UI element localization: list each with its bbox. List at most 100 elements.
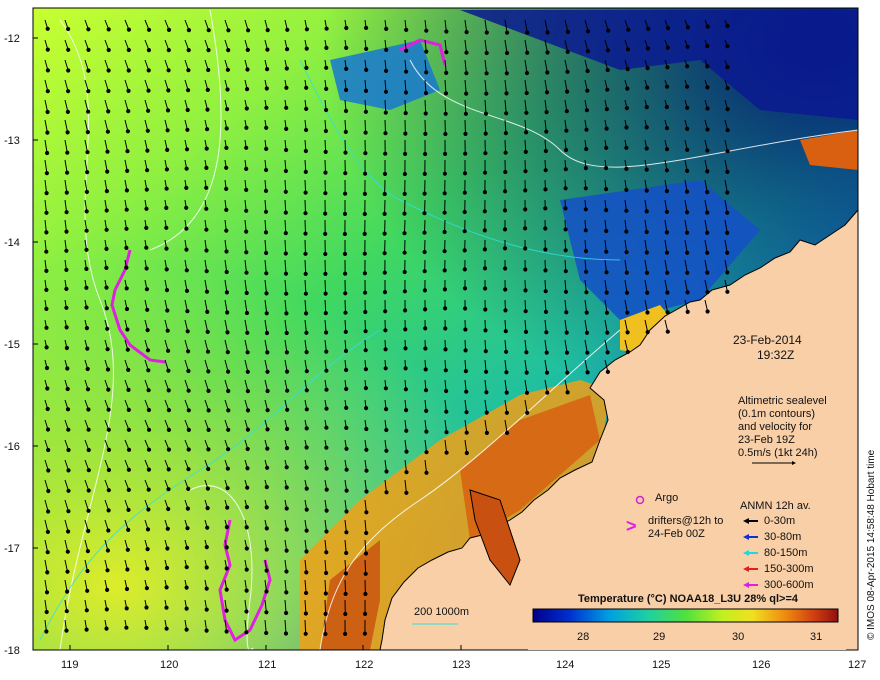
velocity-arrowhead	[186, 388, 191, 393]
velocity-arrowhead	[244, 270, 249, 275]
velocity-arrowhead	[264, 250, 269, 256]
velocity-arrowhead	[584, 127, 589, 132]
velocity-arrowhead	[104, 265, 109, 270]
velocity-arrowhead	[224, 545, 229, 550]
velocity-arrowhead	[644, 146, 649, 151]
velocity-arrowhead	[462, 229, 467, 234]
lon-tick: 119	[61, 659, 79, 671]
velocity-arrowhead	[165, 526, 170, 531]
velocity-arrowhead	[605, 48, 611, 53]
velocity-arrowhead	[106, 488, 111, 493]
velocity-arrowhead	[124, 625, 129, 630]
velocity-arrowhead	[164, 167, 169, 172]
velocity-arrowhead	[403, 366, 408, 371]
velocity-arrowhead	[404, 48, 409, 53]
velocity-arrowhead	[565, 390, 570, 395]
velocity-arrowhead	[543, 168, 548, 173]
velocity-arrowhead	[382, 171, 388, 176]
velocity-arrowhead	[422, 230, 427, 235]
velocity-arrowhead	[403, 387, 408, 392]
velocity-arrowhead	[125, 168, 130, 173]
velocity-arrowhead	[685, 270, 690, 275]
velocity-arrowhead	[424, 429, 429, 434]
velocity-arrowhead	[206, 48, 211, 53]
velocity-arrowhead	[464, 430, 469, 435]
velocity-arrowhead	[685, 168, 690, 173]
velocity-arrowhead	[44, 171, 50, 176]
velocity-arrowhead	[543, 148, 549, 154]
velocity-arrowhead	[304, 486, 309, 491]
velocity-arrowhead	[443, 151, 448, 156]
velocity-arrowhead	[65, 130, 70, 135]
lat-tick: -14	[4, 237, 20, 249]
velocity-arrowhead	[463, 369, 468, 374]
velocity-arrowhead	[303, 148, 308, 154]
velocity-arrowhead	[126, 467, 131, 472]
velocity-arrowhead	[505, 30, 510, 35]
velocity-arrowhead	[343, 271, 348, 276]
velocity-arrowhead	[624, 166, 629, 171]
velocity-arrowhead	[344, 386, 349, 392]
velocity-arrowhead	[264, 167, 269, 173]
velocity-arrowhead	[64, 345, 70, 351]
velocity-arrowhead	[442, 210, 447, 215]
velocity-arrowhead	[665, 45, 670, 50]
velocity-arrowhead	[206, 408, 211, 413]
velocity-arrowhead	[204, 628, 209, 633]
velocity-arrowhead	[725, 169, 730, 174]
velocity-arrowhead	[225, 107, 230, 112]
velocity-arrowhead	[283, 168, 288, 174]
velocity-arrowhead	[544, 330, 549, 335]
velocity-arrowhead	[645, 290, 650, 295]
velocity-arrowhead	[624, 145, 629, 150]
velocity-arrowhead	[284, 569, 289, 574]
velocity-arrowhead	[685, 64, 690, 69]
velocity-arrowhead	[463, 306, 468, 311]
velocity-arrowhead	[186, 349, 191, 354]
velocity-arrowhead	[66, 26, 71, 32]
velocity-arrowhead	[65, 549, 70, 554]
altimetry-line: 23-Feb 19Z	[738, 434, 795, 446]
velocity-arrowhead	[264, 146, 269, 151]
velocity-arrowhead	[204, 607, 209, 612]
velocity-arrowhead	[362, 271, 367, 276]
velocity-arrowhead	[523, 207, 528, 212]
velocity-arrowhead	[144, 605, 149, 610]
velocity-arrowhead	[265, 427, 270, 432]
velocity-arrowhead	[483, 307, 488, 312]
velocity-arrowhead	[424, 70, 429, 75]
velocity-arrowhead	[564, 128, 569, 133]
velocity-arrowhead	[64, 305, 69, 310]
argo-label: Argo	[655, 492, 679, 504]
lat-tick: -16	[4, 441, 20, 453]
lon-tick: 125	[652, 659, 670, 671]
velocity-arrowhead	[44, 191, 49, 196]
velocity-arrowhead	[86, 27, 91, 32]
velocity-arrowhead	[685, 250, 690, 255]
velocity-arrowhead	[583, 249, 589, 254]
velocity-arrowhead	[64, 325, 69, 330]
velocity-arrowhead	[106, 387, 111, 392]
velocity-arrowhead	[104, 285, 109, 290]
velocity-arrowhead	[303, 190, 308, 195]
velocity-arrowhead	[324, 387, 329, 392]
velocity-arrowhead	[303, 271, 308, 276]
velocity-arrowhead	[382, 231, 387, 236]
velocity-arrowhead	[184, 147, 190, 152]
velocity-arrowhead	[705, 230, 710, 235]
velocity-arrowhead	[524, 350, 529, 355]
velocity-arrowhead	[363, 551, 369, 556]
velocity-arrowhead	[482, 266, 488, 271]
velocity-arrowhead	[483, 170, 488, 175]
velocity-arrowhead	[105, 129, 111, 134]
velocity-arrowhead	[324, 529, 329, 534]
velocity-arrowhead	[184, 268, 189, 273]
velocity-arrowhead	[185, 545, 190, 550]
velocity-arrowhead	[263, 209, 269, 214]
velocity-arrowhead	[343, 631, 348, 637]
velocity-arrowhead	[65, 150, 70, 155]
velocity-arrowhead	[364, 25, 369, 30]
velocity-arrowhead	[404, 408, 409, 413]
anmn-title: ANMN 12h av.	[740, 500, 811, 512]
velocity-arrowhead	[705, 106, 710, 111]
